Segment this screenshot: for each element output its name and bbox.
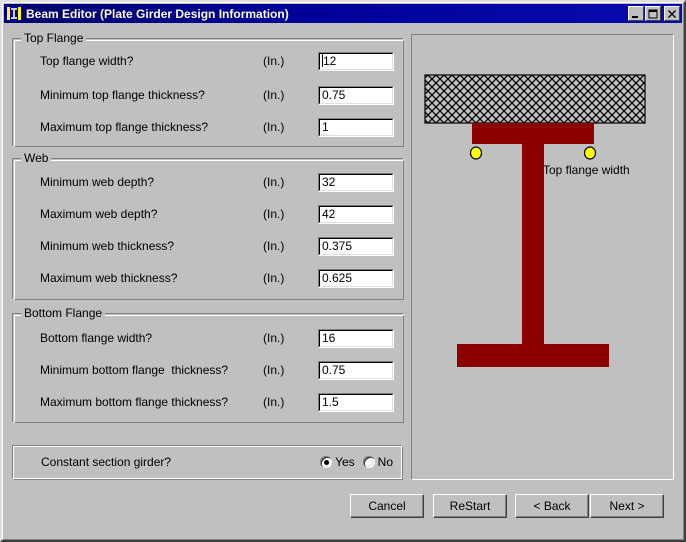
field-row-max-web-depth: Maximum web depth? (In.) 42	[12, 205, 404, 225]
input-min-bottom-flange-thickness-value: 0.75	[322, 363, 346, 377]
input-max-web-depth[interactable]: 42	[318, 205, 394, 224]
group-title-top-flange: Top Flange	[21, 32, 87, 45]
beam-section-diagram: Top flange width	[411, 34, 674, 480]
input-min-web-depth-value: 32	[322, 175, 336, 189]
label-min-top-flange-thickness: Minimum top flange thickness?	[40, 88, 205, 102]
field-row-max-web-thickness: Maximum web thickness? (In.) 0.625	[12, 269, 404, 289]
diagram-annotation-top-flange-width: Top flange width	[543, 163, 630, 177]
top-flange	[472, 123, 594, 144]
input-min-web-thickness[interactable]: 0.375	[318, 237, 394, 256]
field-row-top-flange-width: Top flange width? (In.) 12	[12, 52, 404, 72]
field-row-min-bottom-flange-thickness: Minimum bottom flange thickness? (In.) 0…	[12, 361, 404, 381]
unit-max-top-flange-thickness: (In.)	[263, 120, 285, 134]
label-constant-section-girder: Constant section girder?	[41, 455, 172, 469]
radio-dot-yes[interactable]	[320, 456, 333, 468]
bottom-flange	[457, 344, 609, 367]
beam-section-svg	[424, 74, 646, 367]
group-title-bottom-flange: Bottom Flange	[21, 307, 106, 320]
input-min-top-flange-thickness[interactable]: 0.75	[318, 86, 394, 105]
flange-edge-marker-right	[583, 146, 597, 160]
label-min-web-thickness: Minimum web thickness?	[40, 239, 175, 253]
input-min-web-depth[interactable]: 32	[318, 173, 394, 192]
unit-max-bottom-flange-thickness: (In.)	[263, 395, 285, 409]
group-title-web: Web	[21, 152, 52, 165]
beam-editor-window: Beam Editor (Plate Girder Design Informa…	[0, 0, 686, 542]
group-top-flange: Top Flange Top flange width? (In.) 12 Mi…	[12, 32, 404, 147]
field-row-bottom-flange-width: Bottom flange width? (In.) 16	[12, 329, 404, 349]
input-max-web-depth-value: 42	[322, 207, 336, 221]
label-max-bottom-flange-thickness: Maximum bottom flange thickness?	[40, 395, 229, 409]
input-max-bottom-flange-thickness-value: 1.5	[322, 395, 339, 409]
label-min-web-depth: Minimum web depth?	[40, 175, 155, 189]
next-button[interactable]: Next >	[590, 494, 664, 518]
input-top-flange-width[interactable]: 12	[318, 52, 394, 71]
label-max-web-depth: Maximum web depth?	[40, 207, 158, 221]
window-title: Beam Editor (Plate Girder Design Informa…	[26, 6, 289, 21]
beam-editor-icon	[6, 6, 22, 21]
group-bottom-flange: Bottom Flange Bottom flange width? (In.)…	[12, 307, 404, 423]
minimize-icon[interactable]	[628, 6, 644, 21]
unit-min-web-thickness: (In.)	[263, 239, 285, 253]
field-row-max-top-flange-thickness: Maximum top flange thickness? (In.) 1	[12, 118, 404, 138]
input-max-bottom-flange-thickness[interactable]: 1.5	[318, 393, 394, 412]
flange-edge-marker-left	[469, 146, 483, 160]
input-min-bottom-flange-thickness[interactable]: 0.75	[318, 361, 394, 380]
title-bar[interactable]: Beam Editor (Plate Girder Design Informa…	[4, 4, 682, 23]
field-row-min-web-thickness: Minimum web thickness? (In.) 0.375	[12, 237, 404, 257]
field-row-max-bottom-flange-thickness: Maximum bottom flange thickness? (In.) 1…	[12, 393, 404, 413]
radio-group-constant-section: Yes No	[316, 455, 393, 469]
back-button[interactable]: < Back	[515, 494, 589, 518]
unit-min-top-flange-thickness: (In.)	[263, 88, 285, 102]
input-max-top-flange-thickness-value: 1	[322, 120, 329, 134]
field-row-min-web-depth: Minimum web depth? (In.) 32	[12, 173, 404, 193]
radio-option-yes[interactable]: Yes	[320, 455, 355, 469]
radio-option-no[interactable]: No	[362, 455, 393, 469]
window-controls	[627, 6, 680, 21]
group-web: Web Minimum web depth? (In.) 32 Maximum …	[12, 152, 404, 300]
input-max-web-thickness-value: 0.625	[322, 271, 353, 285]
web	[522, 144, 544, 344]
radio-label-yes: Yes	[335, 455, 355, 469]
close-icon[interactable]	[664, 6, 680, 21]
concrete-deck-slab	[424, 74, 646, 124]
unit-bottom-flange-width: (In.)	[263, 331, 285, 345]
field-row-min-top-flange-thickness: Minimum top flange thickness? (In.) 0.75	[12, 86, 404, 106]
input-min-top-flange-thickness-value: 0.75	[322, 88, 346, 102]
label-bottom-flange-width: Bottom flange width?	[40, 331, 153, 345]
input-bottom-flange-width[interactable]: 16	[318, 329, 394, 348]
unit-max-web-depth: (In.)	[263, 207, 285, 221]
radio-label-no: No	[377, 455, 393, 469]
label-max-top-flange-thickness: Maximum top flange thickness?	[40, 120, 209, 134]
label-max-web-thickness: Maximum web thickness?	[40, 271, 178, 285]
input-bottom-flange-width-value: 16	[322, 331, 336, 345]
maximize-icon[interactable]	[645, 6, 661, 21]
label-min-bottom-flange-thickness: Minimum bottom flange thickness?	[40, 363, 229, 377]
unit-min-bottom-flange-thickness: (In.)	[263, 363, 285, 377]
unit-max-web-thickness: (In.)	[263, 271, 285, 285]
restart-button[interactable]: ReStart	[433, 494, 507, 518]
unit-top-flange-width: (In.)	[263, 54, 285, 68]
input-max-web-thickness[interactable]: 0.625	[318, 269, 394, 288]
input-max-top-flange-thickness[interactable]: 1	[318, 118, 394, 137]
cancel-button[interactable]: Cancel	[350, 494, 424, 518]
input-top-flange-width-value: 12	[323, 54, 337, 68]
radio-dot-no[interactable]	[362, 456, 375, 468]
unit-min-web-depth: (In.)	[263, 175, 285, 189]
input-min-web-thickness-value: 0.375	[322, 239, 353, 253]
panel-constant-section: Constant section girder? Yes No	[12, 445, 403, 480]
label-top-flange-width: Top flange width?	[40, 54, 134, 68]
